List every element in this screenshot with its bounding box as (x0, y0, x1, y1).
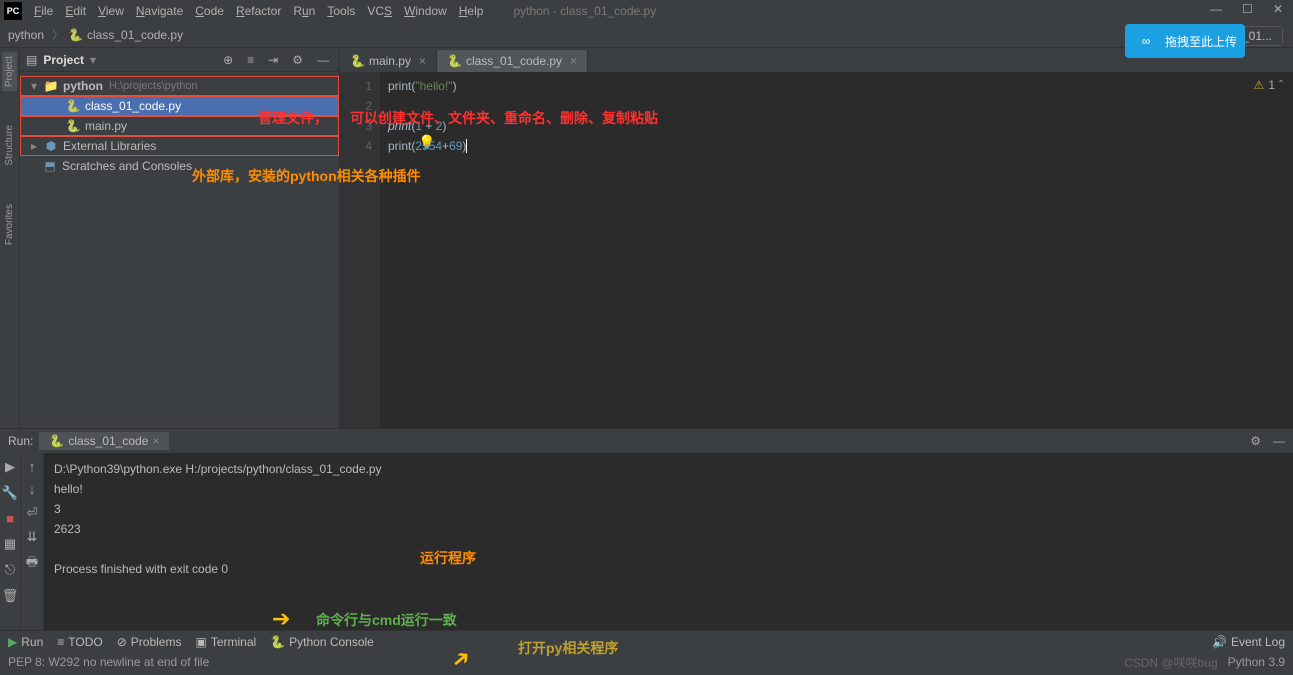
expand-icon[interactable]: ≡ (243, 53, 258, 67)
menu-view[interactable]: View (92, 2, 130, 20)
menu-window[interactable]: Window (398, 2, 453, 20)
annotation-cmdline: 命令行与cmd运行一致 (316, 610, 457, 630)
locate-icon[interactable]: ⊕ (219, 53, 237, 67)
tool-structure[interactable]: Structure (2, 121, 17, 170)
upload-widget[interactable]: ∞ 拖拽至此上传 (1125, 24, 1245, 58)
stop-icon[interactable]: ■ (6, 511, 14, 526)
bottom-python-console[interactable]: 🐍Python Console (270, 635, 374, 649)
breadcrumb-root[interactable]: python (8, 28, 44, 42)
down-icon[interactable]: ↓ (29, 482, 36, 497)
menu-file[interactable]: File (28, 2, 59, 20)
up-icon[interactable]: ↑ (29, 459, 36, 474)
project-icon: ▤ (26, 53, 37, 67)
python-file-icon: 🐍 (65, 119, 81, 133)
project-title[interactable]: Project (43, 53, 84, 67)
tool-favorites[interactable]: Favorites (2, 200, 17, 249)
hide-icon[interactable]: — (1273, 434, 1285, 448)
scroll-icon[interactable]: ⇊ (27, 529, 38, 545)
bottom-run[interactable]: ▶Run (8, 635, 43, 649)
rerun-icon[interactable]: ▶ (5, 459, 15, 475)
wrench-icon[interactable]: 🔧 (2, 485, 18, 501)
python-file-icon: 🐍 (447, 54, 462, 68)
bottom-todo[interactable]: ≡TODO (57, 635, 102, 649)
window-title: python - class_01_code.py (513, 4, 656, 18)
arrow-icon: ➔ (272, 606, 290, 632)
run-tab[interactable]: 🐍 class_01_code × (39, 432, 169, 450)
print-icon[interactable]: 🖶 (26, 553, 38, 575)
trash-icon[interactable]: 🗑 (2, 588, 19, 604)
close-icon[interactable]: × (570, 54, 577, 68)
breadcrumb-file[interactable]: class_01_code.py (87, 28, 183, 42)
menu-navigate[interactable]: Navigate (130, 2, 189, 20)
python-version[interactable]: Python 3.9 (1228, 655, 1285, 669)
menu-refactor[interactable]: Refactor (230, 2, 287, 20)
intention-bulb-icon[interactable]: 💡 (418, 134, 435, 151)
chevron-icon: ˆ (1279, 78, 1283, 92)
menu-help[interactable]: Help (453, 2, 490, 20)
breadcrumb: python 〉 🐍 class_01_code.py (0, 22, 1293, 48)
status-message: PEP 8: W292 no newline at end of file (8, 655, 209, 669)
annotation-create: 可以创建文件、文件夹、重命名、删除、复制粘贴 (350, 108, 658, 128)
warning-icon: ⚠ (1254, 78, 1265, 92)
window-maximize[interactable]: ☐ (1242, 2, 1253, 16)
hide-icon[interactable]: — (313, 53, 333, 67)
app-logo: PC (4, 2, 22, 20)
menu-code[interactable]: Code (189, 2, 230, 20)
python-file-icon: 🐍 (65, 99, 81, 113)
menu-bar: PC File Edit View Navigate Code Refactor… (0, 0, 1293, 22)
tree-external-libraries[interactable]: ▸⬢ External Libraries (20, 136, 339, 156)
tab-main[interactable]: 🐍 main.py × (340, 50, 437, 72)
run-tool-window: Run: 🐍 class_01_code × ⚙ — ▶ 🔧 ■ ▦ ⎋ 🗑 ↑… (0, 428, 1293, 630)
menu-run[interactable]: Run (287, 2, 321, 20)
status-bar: PEP 8: W292 no newline at end of file CS… (0, 652, 1293, 672)
python-file-icon: 🐍 (350, 54, 365, 68)
editor-area: 🐍 main.py × 🐍 class_01_code.py × 1 2 3 4… (340, 48, 1293, 428)
window-close[interactable]: ✕ (1273, 2, 1283, 16)
inspection-badge[interactable]: ⚠ 1 ˆ (1254, 78, 1283, 92)
menu-vcs[interactable]: VCS (361, 2, 398, 20)
bottom-event-log[interactable]: 🔊Event Log (1212, 635, 1285, 649)
gear-icon[interactable]: ⚙ (1250, 434, 1261, 448)
close-icon[interactable]: × (419, 54, 426, 68)
close-icon[interactable]: × (152, 434, 159, 448)
menu-tools[interactable]: Tools (321, 2, 361, 20)
window-minimize[interactable]: — (1210, 2, 1222, 16)
project-panel: ▤ Project ▾ ⊕ ≡ ⇥ ⚙ — ▾📁 python H:\proje… (20, 48, 340, 428)
menu-edit[interactable]: Edit (59, 2, 92, 20)
annotation-run: 运行程序 (420, 548, 476, 568)
cloud-icon: ∞ (1133, 28, 1159, 54)
bottom-toolbar: ▶Run ≡TODO ⊘Problems ▣Terminal 🐍Python C… (0, 630, 1293, 652)
tree-root[interactable]: ▾📁 python H:\projects\python (20, 76, 339, 96)
console-output[interactable]: D:\Python39\python.exe H:/projects/pytho… (44, 453, 1293, 630)
layout-icon[interactable]: ▦ (4, 536, 16, 552)
tool-project[interactable]: Project (2, 52, 17, 91)
annotation-external: 外部库，安装的python相关各种插件 (192, 166, 421, 186)
settings-icon[interactable]: ⚙ (288, 53, 307, 67)
annotation-openpy: 打开py相关程序 (518, 638, 618, 658)
bottom-problems[interactable]: ⊘Problems (117, 635, 182, 649)
python-file-icon: 🐍 (68, 28, 83, 42)
watermark: CSDN @咲咲bug (1124, 654, 1218, 671)
tab-class01[interactable]: 🐍 class_01_code.py × (437, 50, 588, 72)
wrap-icon[interactable]: ⏎ (27, 505, 38, 521)
bottom-terminal[interactable]: ▣Terminal (195, 635, 256, 649)
python-icon: 🐍 (49, 434, 64, 448)
left-tool-strip: Project Structure Favorites (0, 48, 20, 428)
collapse-icon[interactable]: ⇥ (264, 53, 282, 67)
annotation-manage: 管理文件， (258, 108, 328, 128)
exit-icon[interactable]: ⎋ (5, 562, 15, 578)
